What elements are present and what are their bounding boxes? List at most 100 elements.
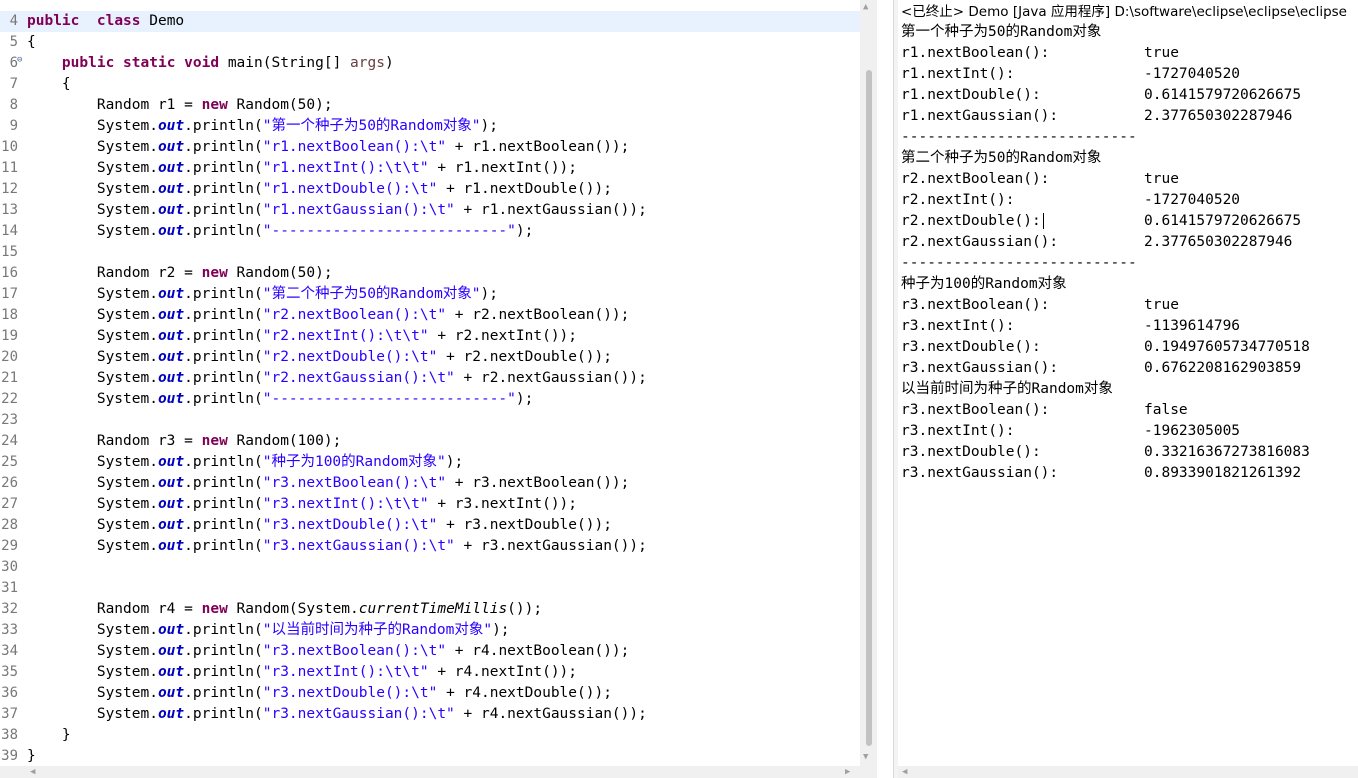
code-text[interactable]: System.out.println("r3.nextBoolean():\t"… <box>27 473 630 494</box>
code-text[interactable]: System.out.println("种子为100的Random对象"); <box>27 452 463 473</box>
code-text[interactable]: public static void main(String[] args) <box>27 53 394 74</box>
code-line[interactable]: 5{ <box>0 32 860 53</box>
code-line[interactable]: 8 Random r1 = new Random(50); <box>0 95 860 116</box>
code-text[interactable]: System.out.println("r1.nextGaussian():\t… <box>27 200 647 221</box>
code-text[interactable]: System.out.println("r2.nextDouble():\t" … <box>27 347 612 368</box>
code-text[interactable]: { <box>27 32 36 53</box>
code-line[interactable]: 21 System.out.println("r2.nextGaussian()… <box>0 368 860 389</box>
scroll-up-arrow-icon[interactable]: ▲ <box>863 2 868 12</box>
console-line: r3.nextDouble(): 0.19497605734770518 <box>901 337 1310 358</box>
fold-collapse-icon[interactable]: ⊖ <box>17 50 22 71</box>
line-number: 29 <box>1 538 18 554</box>
code-token: .println( <box>184 181 263 197</box>
code-text[interactable]: Random r3 = new Random(100); <box>27 431 341 452</box>
code-line[interactable]: 31 <box>0 578 860 599</box>
code-line[interactable]: 18 System.out.println("r2.nextBoolean():… <box>0 305 860 326</box>
code-token: System. <box>27 160 158 176</box>
code-token: static <box>123 55 176 71</box>
code-token: .println( <box>184 223 263 239</box>
code-line[interactable]: 11 System.out.println("r1.nextInt():\t\t… <box>0 158 860 179</box>
code-line[interactable]: 30 <box>0 557 860 578</box>
line-number: 25 <box>1 454 18 470</box>
code-line[interactable]: 22 System.out.println("-----------------… <box>0 389 860 410</box>
code-text[interactable]: System.out.println("r3.nextGaussian():\t… <box>27 536 647 557</box>
code-line[interactable]: 39} <box>0 746 860 766</box>
code-line[interactable]: 10 System.out.println("r1.nextBoolean():… <box>0 137 860 158</box>
code-text[interactable]: System.out.println("r2.nextInt():\t\t" +… <box>27 326 577 347</box>
code-text[interactable]: System.out.println("r3.nextInt():\t\t" +… <box>27 494 577 515</box>
code-area[interactable]: 4 public class Demo 5{6 ⊖ public static voi… <box>0 0 860 766</box>
code-text[interactable]: System.out.println("r3.nextDouble():\t" … <box>27 515 612 536</box>
console-view[interactable]: <已终止> Demo [Java 应用程序] D:\software\eclip… <box>898 0 1358 778</box>
code-text[interactable]: System.out.println("r1.nextDouble():\t" … <box>27 179 612 200</box>
scroll-right-arrow-icon[interactable]: ▶ <box>845 766 850 778</box>
console-value: 2.377650302287946 <box>1144 234 1293 250</box>
code-editor[interactable]: 4 public class Demo 5{6 ⊖ public static voi… <box>0 0 893 778</box>
console-value: false <box>1144 402 1188 418</box>
scroll-left-arrow-icon[interactable]: ◀ <box>30 766 35 778</box>
code-line[interactable]: 35 System.out.println("r3.nextInt():\t\t… <box>0 662 860 683</box>
code-text[interactable]: System.out.println("r3.nextBoolean():\t"… <box>27 641 630 662</box>
code-text[interactable]: System.out.println("r3.nextDouble():\t" … <box>27 683 612 704</box>
code-line[interactable]: 16 Random r2 = new Random(50); <box>0 263 860 284</box>
code-line[interactable]: 20 System.out.println("r2.nextDouble():\… <box>0 347 860 368</box>
code-token: System. <box>27 139 158 155</box>
scroll-down-arrow-icon[interactable]: ▼ <box>863 752 868 762</box>
code-line[interactable]: 6 ⊖ public static void main(String[] args… <box>0 53 860 74</box>
code-line[interactable]: 7 { <box>0 74 860 95</box>
code-line[interactable]: 17 System.out.println("第二个种子为50的Random对象… <box>0 284 860 305</box>
code-line[interactable]: 4 public class Demo <box>0 11 860 32</box>
code-line[interactable]: 37 System.out.println("r3.nextGaussian()… <box>0 704 860 725</box>
code-line[interactable]: 36 System.out.println("r3.nextDouble():\… <box>0 683 860 704</box>
code-text[interactable]: System.out.println("r2.nextBoolean():\t"… <box>27 305 630 326</box>
console-scroll-left-arrow-icon[interactable]: ◀ <box>902 766 907 778</box>
code-line[interactable]: 23 <box>0 410 860 431</box>
console-line: r1.nextInt(): -1727040520 <box>901 64 1240 85</box>
code-line[interactable]: 26 System.out.println("r3.nextBoolean():… <box>0 473 860 494</box>
editor-vertical-scrollbar[interactable]: ▲ ▼ <box>860 0 877 766</box>
code-text[interactable]: System.out.println("r1.nextBoolean():\t"… <box>27 137 630 158</box>
code-token: System. <box>27 223 158 239</box>
console-line: r1.nextDouble(): 0.6141579720626675 <box>901 85 1301 106</box>
code-line[interactable]: 28 System.out.println("r3.nextDouble():\… <box>0 515 860 536</box>
editor-horizontal-scrollbar[interactable]: ◀ ▶ <box>0 766 877 778</box>
code-line[interactable]: 12 System.out.println("r1.nextDouble():\… <box>0 179 860 200</box>
code-text[interactable]: System.out.println("r3.nextInt():\t\t" +… <box>27 662 577 683</box>
code-text[interactable]: System.out.println("r1.nextInt():\t\t" +… <box>27 158 577 179</box>
code-text[interactable]: System.out.println("--------------------… <box>27 389 534 410</box>
code-text[interactable]: System.out.println("r2.nextGaussian():\t… <box>27 368 647 389</box>
code-text[interactable]: public class Demo <box>27 11 184 32</box>
code-token: out <box>157 139 185 155</box>
code-line[interactable]: 14 System.out.println("-----------------… <box>0 221 860 242</box>
code-line[interactable]: 29 System.out.println("r3.nextGaussian()… <box>0 536 860 557</box>
code-line[interactable]: 38 } <box>0 725 860 746</box>
code-line[interactable]: 34 System.out.println("r3.nextBoolean():… <box>0 641 860 662</box>
code-text[interactable]: System.out.println("--------------------… <box>27 221 534 242</box>
code-text[interactable]: System.out.println("第一个种子为50的Random对象"); <box>27 116 498 137</box>
code-line[interactable]: 24 Random r3 = new Random(100); <box>0 431 860 452</box>
code-token: out <box>157 538 185 554</box>
code-token: System. <box>27 643 158 659</box>
line-number: 20 <box>1 349 18 365</box>
code-line[interactable]: 9 System.out.println("第一个种子为50的Random对象"… <box>0 116 860 137</box>
console-horizontal-scrollbar[interactable]: ◀ <box>898 766 1358 778</box>
code-line[interactable]: 13 System.out.println("r1.nextGaussian()… <box>0 200 860 221</box>
code-text[interactable]: Random r4 = new Random(System.currentTim… <box>27 599 542 620</box>
code-text[interactable]: Random r2 = new Random(50); <box>27 263 333 284</box>
code-line[interactable]: 25 System.out.println("种子为100的Random对象")… <box>0 452 860 473</box>
code-text[interactable]: Random r1 = new Random(50); <box>27 95 333 116</box>
code-line[interactable]: 15 <box>0 242 860 263</box>
code-text[interactable]: { <box>27 74 71 95</box>
code-line[interactable]: 19 System.out.println("r2.nextInt():\t\t… <box>0 326 860 347</box>
code-line[interactable]: 33 System.out.println("以当前时间为种子的Random对象… <box>0 620 860 641</box>
code-text[interactable]: } <box>27 725 71 746</box>
editor-scroll-thumb[interactable] <box>866 70 872 746</box>
console-line: 以当前时间为种子的Random对象 <box>901 379 1113 400</box>
code-text[interactable]: System.out.println("以当前时间为种子的Random对象"); <box>27 620 510 641</box>
code-text[interactable]: } <box>27 746 36 766</box>
code-text[interactable]: System.out.println("第二个种子为50的Random对象"); <box>27 284 498 305</box>
code-line[interactable]: 32 Random r4 = new Random(System.current… <box>0 599 860 620</box>
code-text[interactable]: System.out.println("r3.nextGaussian():\t… <box>27 704 647 725</box>
code-line[interactable]: 27 System.out.println("r3.nextInt():\t\t… <box>0 494 860 515</box>
code-token: .println( <box>184 706 263 722</box>
